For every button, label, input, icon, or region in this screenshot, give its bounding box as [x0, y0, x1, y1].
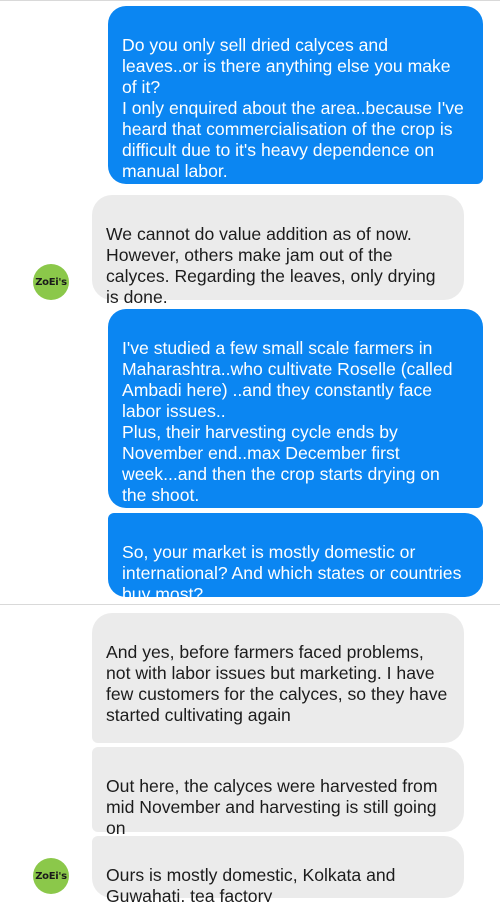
top-divider	[0, 0, 500, 1]
message-text: Out here, the calyces were harvested fro…	[106, 776, 438, 838]
message-text: Ours is mostly domestic, Kolkata and Guw…	[106, 865, 396, 902]
incoming-message[interactable]: And yes, before farmers faced problems, …	[92, 613, 464, 743]
outgoing-message[interactable]: Do you only sell dried calyces and leave…	[108, 6, 483, 184]
contact-avatar[interactable]: ZoEi's	[33, 858, 69, 894]
message-text: We cannot do value addition as of now. H…	[106, 224, 436, 307]
avatar-logo-text: ZoEi's	[35, 870, 67, 882]
avatar-logo-text: ZoEi's	[35, 276, 67, 288]
section-divider	[0, 604, 500, 605]
chat-screen: Do you only sell dried calyces and leave…	[0, 0, 500, 902]
message-text: I've studied a few small scale farmers i…	[122, 338, 453, 505]
incoming-message[interactable]: Out here, the calyces were harvested fro…	[92, 747, 464, 838]
contact-avatar[interactable]: ZoEi's	[33, 264, 69, 300]
message-text: Do you only sell dried calyces and leave…	[122, 35, 464, 181]
incoming-message[interactable]: Ours is mostly domestic, Kolkata and Guw…	[92, 836, 464, 902]
message-text: So, your market is mostly domestic or in…	[122, 542, 462, 604]
incoming-message[interactable]: We cannot do value addition as of now. H…	[92, 195, 464, 307]
message-text: And yes, before farmers faced problems, …	[106, 642, 448, 725]
outgoing-message[interactable]: So, your market is mostly domestic or in…	[108, 513, 483, 604]
outgoing-message[interactable]: I've studied a few small scale farmers i…	[108, 309, 483, 508]
